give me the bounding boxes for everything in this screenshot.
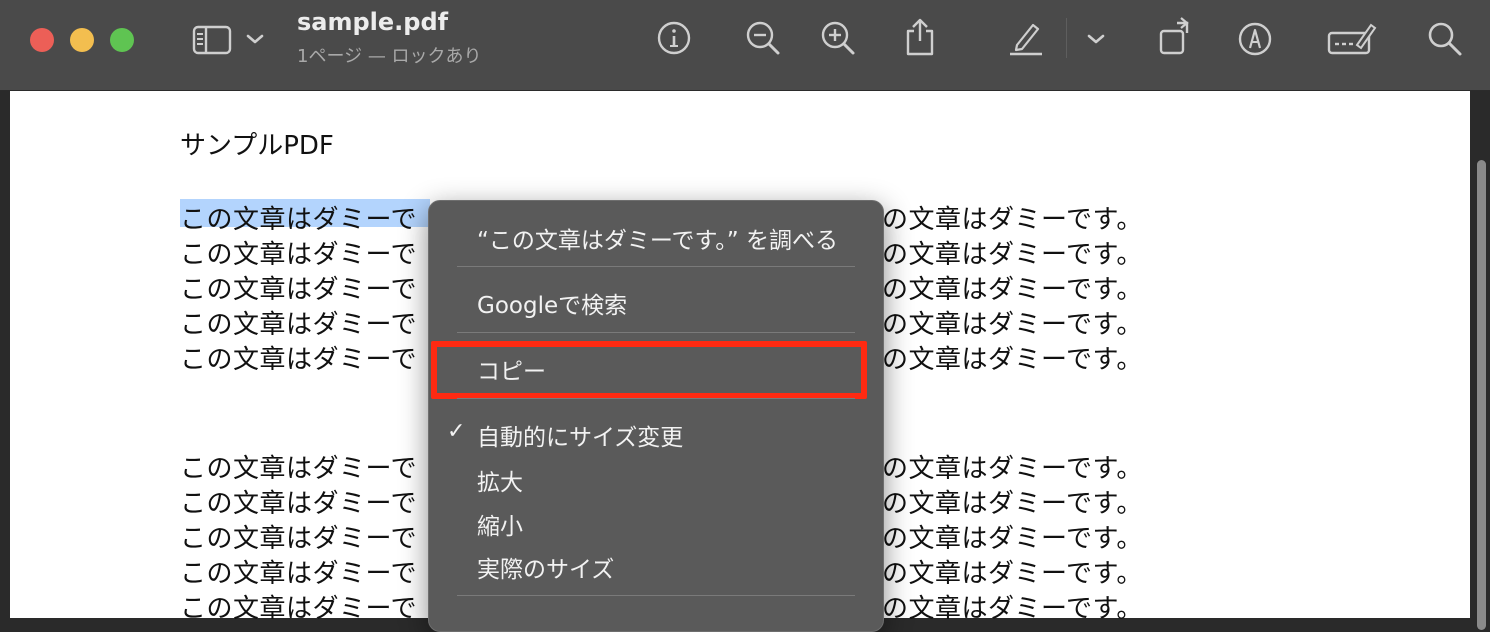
document-line-right: の文章はダミーです。 xyxy=(882,489,1143,519)
title-bar: sample.pdf 1ページ — ロックあり xyxy=(0,0,1490,91)
checkmark-icon: ✓ xyxy=(447,419,466,444)
context-menu: “この文章はダミーです。” を調べる Googleで検索 コピー ✓ 自動的にサ… xyxy=(428,200,884,632)
document-line-right: の文章はダミーです。 xyxy=(882,205,1143,235)
menu-item-actual-size[interactable]: 実際のサイズ xyxy=(477,550,614,584)
document-line-right: の文章はダミーです。 xyxy=(882,524,1143,554)
fullscreen-window-button[interactable] xyxy=(110,28,134,52)
markup-icon[interactable] xyxy=(1236,20,1274,58)
document-line-right: の文章はダミーです。 xyxy=(882,559,1143,589)
menu-item-zoom-in[interactable]: 拡大 xyxy=(477,463,523,497)
menu-item-auto-resize[interactable]: 自動的にサイズ変更 xyxy=(477,418,683,452)
document-line: この文章はダミーで xyxy=(180,275,417,305)
document-line-right: の文章はダミーです。 xyxy=(882,454,1143,484)
document-line: この文章はダミーで xyxy=(180,345,417,375)
document-line: この文章はダミーで xyxy=(180,594,417,624)
document-line-right: の文章はダミーです。 xyxy=(882,275,1143,305)
copy-highlight-box xyxy=(431,341,867,399)
menu-item-google-search[interactable]: Googleで検索 xyxy=(477,286,627,320)
menu-item-lookup[interactable]: “この文章はダミーです。” を調べる xyxy=(477,221,838,255)
scrollbar-thumb[interactable] xyxy=(1477,160,1486,630)
window-title: sample.pdf xyxy=(297,8,449,36)
toolbar-divider xyxy=(1066,18,1067,58)
menu-separator xyxy=(457,595,855,596)
menu-separator xyxy=(457,266,855,267)
form-fill-icon[interactable] xyxy=(1326,20,1378,58)
minimize-window-button[interactable] xyxy=(70,28,94,52)
highlight-pen-icon[interactable] xyxy=(1006,18,1046,58)
search-icon[interactable] xyxy=(1426,20,1464,58)
document-line: この文章はダミーで xyxy=(180,310,417,340)
document-line-right: の文章はダミーです。 xyxy=(882,345,1143,375)
sidebar-menu-chevron-icon[interactable] xyxy=(244,30,266,48)
menu-separator xyxy=(457,398,855,399)
share-icon[interactable] xyxy=(902,16,938,58)
document-line: この文章はダミーで xyxy=(180,205,417,235)
document-line-right: の文章はダミーです。 xyxy=(882,310,1143,340)
document-line: この文章はダミーで xyxy=(180,454,417,484)
document-line: この文章はダミーで xyxy=(180,524,417,554)
document-line: この文章はダミーで xyxy=(180,559,417,589)
highlight-options-chevron-icon[interactable] xyxy=(1085,30,1107,48)
window-subtitle: 1ページ — ロックあり xyxy=(297,46,482,67)
zoom-in-icon[interactable] xyxy=(820,20,856,56)
rotate-icon[interactable] xyxy=(1156,14,1196,58)
document-line: この文章はダミーで xyxy=(180,489,417,519)
info-icon[interactable] xyxy=(656,20,692,56)
document-line: この文章はダミーで xyxy=(180,240,417,270)
document-heading: サンプルPDF xyxy=(180,131,334,161)
zoom-out-icon[interactable] xyxy=(745,20,781,56)
menu-item-zoom-out[interactable]: 縮小 xyxy=(477,507,523,541)
document-line-right: の文章はダミーです。 xyxy=(882,594,1143,624)
document-line-right: の文章はダミーです。 xyxy=(882,240,1143,270)
menu-separator xyxy=(457,332,855,333)
sidebar-toggle-icon[interactable] xyxy=(190,24,234,56)
close-window-button[interactable] xyxy=(30,28,54,52)
